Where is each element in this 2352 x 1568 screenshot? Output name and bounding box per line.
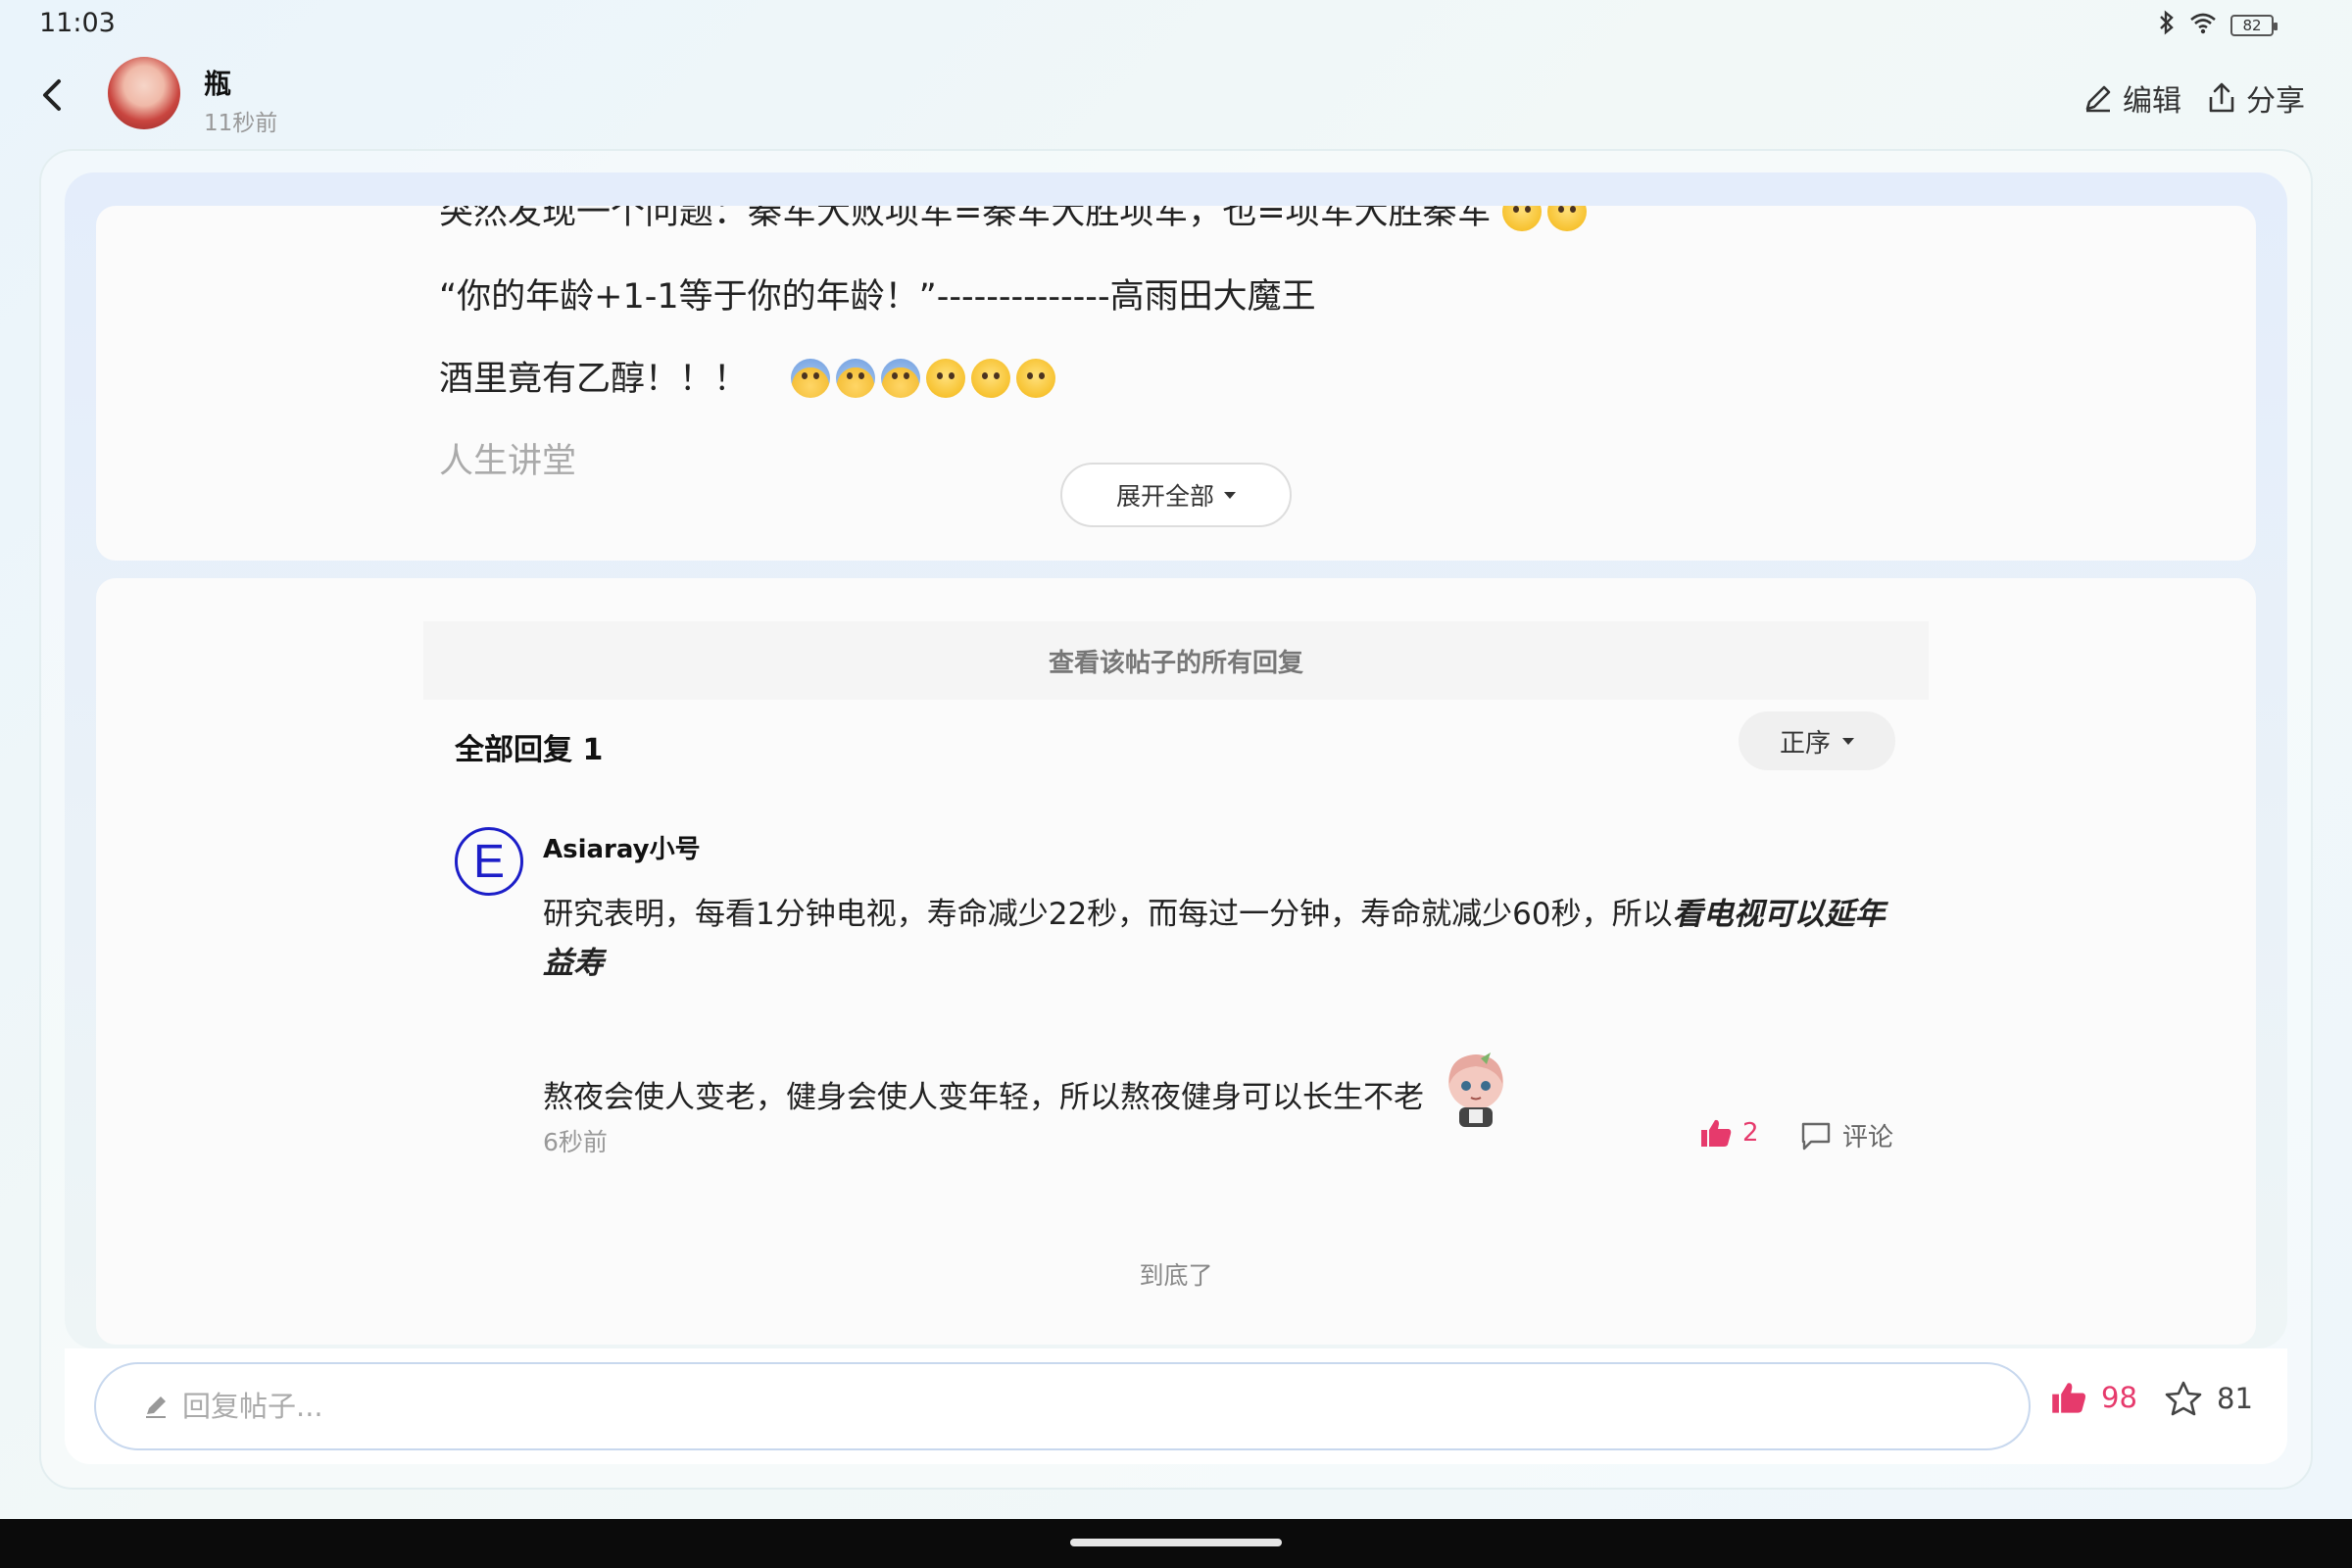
bluetooth-icon (2158, 10, 2176, 41)
reply-comment-button[interactable]: 评论 (1799, 1117, 1893, 1153)
reply-time: 6秒前 (543, 1128, 608, 1156)
thumbs-up-icon (1701, 1119, 1732, 1147)
sort-order-label: 正序 (1779, 728, 1831, 759)
pencil-icon (2085, 85, 2111, 113)
reply-comment-label: 评论 (1842, 1123, 1894, 1152)
anime-sticker-icon (1442, 1049, 1510, 1129)
expand-all-label: 展开全部 (1115, 482, 1214, 511)
fearful-face-icon (836, 359, 876, 398)
post-line-1: “你的年龄+1-1等于你的年龄！”--------------高雨田大魔王 (439, 277, 1316, 317)
reply-text-normal: 研究表明，每看1分钟电视，寿命减少22秒，而每过一分钟，寿命就减少60秒，所以 (543, 897, 1673, 932)
author-name[interactable]: 瓶 (204, 63, 231, 102)
status-time: 11:03 (39, 8, 116, 38)
edit-button[interactable]: 编辑 (2082, 76, 2181, 120)
home-gesture-handle[interactable] (1070, 1539, 1282, 1546)
post-body: 突然发现一个问题：秦军大败项军=秦军大胜项军，也=项军大胜秦军 “你的年龄+1-… (96, 206, 2256, 561)
post-like-button[interactable]: 98 (2050, 1380, 2137, 1415)
share-button[interactable]: 分享 (2205, 76, 2305, 120)
post-like-count: 98 (2101, 1381, 2137, 1414)
fearful-face-icon (791, 359, 831, 398)
reply-input[interactable] (182, 1390, 1848, 1423)
system-nav-bar (0, 1519, 2352, 1568)
reply-user-name[interactable]: Asiaray小号 (543, 829, 701, 865)
edit-label: 编辑 (2123, 84, 2181, 119)
reply-like-count: 2 (1742, 1118, 1759, 1148)
fearful-face-icon (881, 359, 921, 398)
sneeze-emoji-icon (971, 359, 1011, 398)
sneeze-emoji-icon (1016, 359, 1056, 398)
reply-input-field[interactable] (94, 1362, 2031, 1450)
replies-section: 查看该帖子的所有回复 全部回复 1 正序 E Asiaray小号 研究表明，每看… (96, 578, 2256, 1345)
reply-text-2-content: 熬夜会使人变老，健身会使人变年轻，所以熬夜健身可以长生不老 (543, 1080, 1424, 1115)
post-line-clipped-text: 突然发现一个问题：秦军大败项军=秦军大胜项军，也=项军大胜秦军 (439, 206, 1492, 232)
reply-text: 研究表明，每看1分钟电视，寿命减少22秒，而每过一分钟，寿命就减少60秒，所以看… (543, 890, 1915, 988)
post-line-2-text: 酒里竟有乙醇！！！ (439, 360, 749, 399)
thumbs-up-icon (2052, 1383, 2086, 1413)
reply-like-button[interactable]: 2 (1699, 1117, 1759, 1149)
status-bar: 11:03 82 (0, 0, 2352, 49)
post-favorite-button[interactable]: 81 (2164, 1380, 2253, 1417)
post-header: 瓶 11秒前 编辑 分享 (0, 49, 2352, 147)
reply-user-avatar[interactable]: E (455, 827, 523, 896)
back-button[interactable] (33, 74, 73, 117)
post-line-faded: 人生讲堂 (439, 442, 577, 481)
post-favorite-count: 81 (2217, 1382, 2253, 1415)
sneeze-emoji-icon (1546, 206, 1587, 231)
expand-all-button[interactable]: 展开全部 (1060, 463, 1292, 527)
author-avatar[interactable] (108, 57, 180, 129)
reply-text-2: 熬夜会使人变老，健身会使人变年轻，所以熬夜健身可以长生不老 (543, 1049, 1510, 1129)
chevron-left-icon (43, 79, 61, 111)
battery-icon: 82 (2230, 15, 2278, 36)
sneeze-emoji-icon (1501, 206, 1542, 231)
end-of-list-label: 到底了 (1139, 1261, 1213, 1290)
post-line-2: 酒里竟有乙醇！！！ (439, 351, 1061, 401)
replies-title: 全部回复 1 (455, 733, 604, 767)
caret-down-icon (1224, 491, 1236, 499)
caret-down-icon (1842, 737, 1854, 745)
header-actions: 编辑 分享 (2082, 76, 2305, 120)
post-time: 11秒前 (204, 111, 278, 136)
comment-icon (1801, 1122, 1831, 1150)
status-icons: 82 (2158, 10, 2278, 41)
post-line-clipped: 突然发现一个问题：秦军大败项军=秦军大胜项军，也=项军大胜秦军 (439, 206, 1592, 234)
pencil-icon (146, 1396, 166, 1418)
view-all-replies-link[interactable]: 查看该帖子的所有回复 (423, 621, 1929, 700)
sneeze-emoji-icon (926, 359, 966, 398)
share-label: 分享 (2246, 84, 2305, 119)
star-icon (2165, 1381, 2202, 1416)
share-icon (2209, 82, 2234, 113)
sort-order-button[interactable]: 正序 (1739, 711, 1895, 770)
wifi-icon (2189, 11, 2217, 40)
